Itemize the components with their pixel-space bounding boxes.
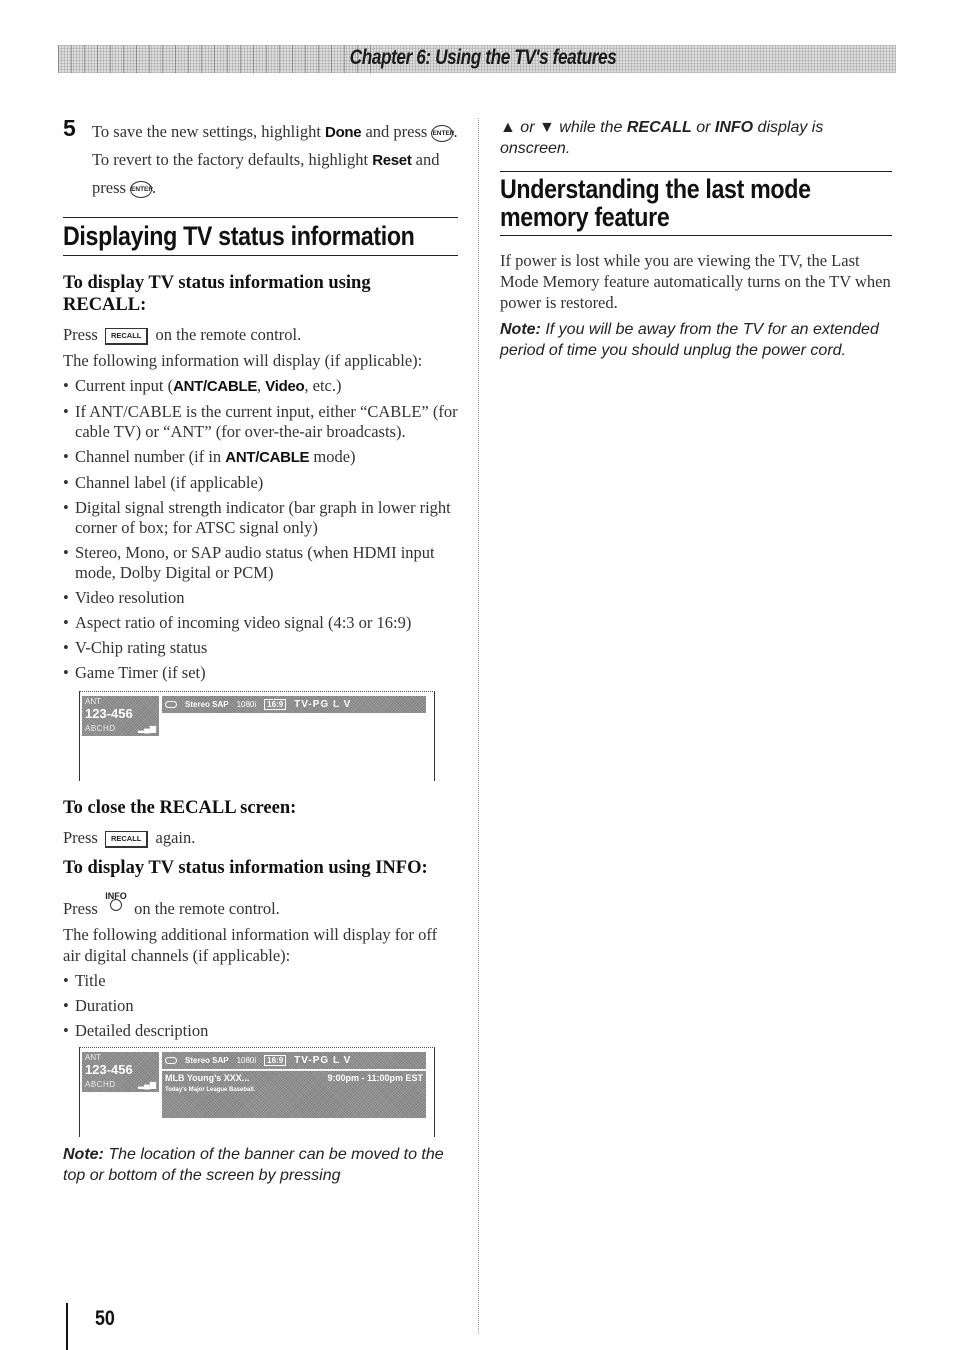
stereo-icon [165, 1057, 177, 1064]
recall-instruction: Press RECALL on the remote control. [63, 325, 302, 345]
up-arrow-icon: ▲ [500, 119, 516, 136]
chapter-header-band: Chapter 6: Using the TV's features [58, 45, 896, 73]
banner-note-continued: ▲ or ▼ while the RECALL or INFO display … [500, 119, 824, 157]
down-arrow-icon: ▼ [538, 119, 555, 136]
vchip-rating: TV-PG L V [294, 699, 352, 710]
status-bar: Stereo SAP 1080i 16:9 TV-PG L V [162, 1052, 426, 1069]
enter-button-icon: ENTER [431, 124, 454, 142]
enter-button-icon: ENTER [130, 180, 153, 198]
aspect-ratio: 16:9 [264, 1055, 287, 1066]
aspect-ratio: 16:9 [264, 699, 287, 710]
info-heading: To display TV status information using I… [63, 858, 428, 878]
channel-box: ANT 123-456 ABCHD ▂▄▆ [82, 1052, 159, 1092]
close-recall-heading: To close the RECALL screen: [63, 798, 297, 818]
program-title: MLB Young's XXX... [165, 1073, 250, 1083]
audio-status: Stereo SAP [185, 1056, 229, 1065]
recall-key-icon: RECALL [104, 328, 149, 345]
input-source: ANT [85, 1053, 101, 1062]
step-5-text: To save the new settings, highlight Done… [92, 122, 458, 198]
channel-number: 123-456 [85, 1062, 133, 1077]
program-info-panel: MLB Young's XXX... 9:00pm - 11:00pm EST … [162, 1070, 426, 1118]
channel-number: 123-456 [85, 706, 133, 721]
unplug-note: Note: If you will be away from the TV fo… [500, 321, 879, 359]
list-item: Channel label (if applicable) [63, 473, 458, 493]
recall-heading: To display TV status information using R… [63, 273, 371, 315]
note-label: Note: [63, 1146, 104, 1163]
channel-label: ABCHD [85, 724, 116, 733]
recall-bullet-list: Current input (ANT/CABLE, Video, etc.) I… [63, 376, 458, 683]
chapter-title: Chapter 6: Using the TV's features [349, 46, 617, 69]
vchip-rating: TV-PG L V [294, 1055, 352, 1066]
right-column: ▲ or ▼ while the RECALL or INFO display … [500, 117, 892, 361]
section-heading-last-mode: Understanding the last mode memory featu… [500, 171, 892, 236]
list-item: If ANT/CABLE is the current input, eithe… [63, 402, 458, 442]
list-item: V-Chip rating status [63, 638, 458, 658]
list-item: Duration [63, 996, 458, 1016]
step-5: 5 To save the new settings, highlight Do… [63, 115, 458, 201]
stereo-icon [165, 701, 177, 708]
channel-label: ABCHD [85, 1080, 116, 1089]
note-label: Note: [500, 321, 541, 338]
column-divider [478, 118, 479, 1333]
signal-strength-icon: ▂▄▆ [138, 1080, 156, 1089]
step-number: 5 [63, 115, 76, 141]
program-description: Today's Major League Baseball. [165, 1087, 256, 1093]
left-column: 5 To save the new settings, highlight Do… [63, 115, 458, 1186]
resolution: 1080i [236, 700, 257, 709]
list-item: Aspect ratio of incoming video signal (4… [63, 613, 458, 633]
recall-key-icon: RECALL [104, 831, 149, 848]
done-label: Done [325, 124, 362, 141]
banner-location-note: Note: The location of the banner can be … [63, 1146, 444, 1184]
list-item: Video resolution [63, 588, 458, 608]
resolution: 1080i [236, 1056, 257, 1065]
info-intro: The following additional information wil… [63, 925, 438, 965]
recall-intro: The following information will display (… [63, 351, 423, 370]
page-number: 50 [95, 1307, 115, 1330]
list-item: Digital signal strength indicator (bar g… [63, 498, 458, 538]
list-item: Title [63, 971, 458, 991]
list-item: Game Timer (if set) [63, 663, 458, 683]
close-recall-instruction: Press RECALL again. [63, 828, 196, 848]
info-banner-figure: ANT 123-456 ABCHD ▂▄▆ Stereo SAP 1080i 1… [79, 1047, 435, 1137]
recall-banner-figure: ANT 123-456 ABCHD ▂▄▆ Stereo SAP 1080i 1… [79, 691, 435, 781]
list-item: Detailed description [63, 1021, 458, 1041]
list-item: Current input (ANT/CABLE, Video, etc.) [63, 376, 458, 397]
info-bullet-list: Title Duration Detailed description [63, 971, 458, 1041]
info-instruction: Press INFO on the remote control. [63, 890, 280, 918]
program-time: 9:00pm - 11:00pm EST [327, 1073, 423, 1083]
page-number-rule [66, 1303, 68, 1350]
section-heading-status: Displaying TV status information [63, 217, 458, 256]
reset-label: Reset [372, 152, 412, 169]
audio-status: Stereo SAP [185, 700, 229, 709]
signal-strength-icon: ▂▄▆ [138, 724, 156, 733]
list-item: Stereo, Mono, or SAP audio status (when … [63, 543, 458, 583]
input-source: ANT [85, 697, 101, 706]
info-key-icon: INFO [104, 890, 128, 911]
status-bar: Stereo SAP 1080i 16:9 TV-PG L V [162, 696, 426, 713]
list-item: Channel number (if in ANT/CABLE mode) [63, 447, 458, 468]
last-mode-body: If power is lost while you are viewing t… [500, 251, 891, 312]
channel-box: ANT 123-456 ABCHD ▂▄▆ [82, 696, 159, 736]
